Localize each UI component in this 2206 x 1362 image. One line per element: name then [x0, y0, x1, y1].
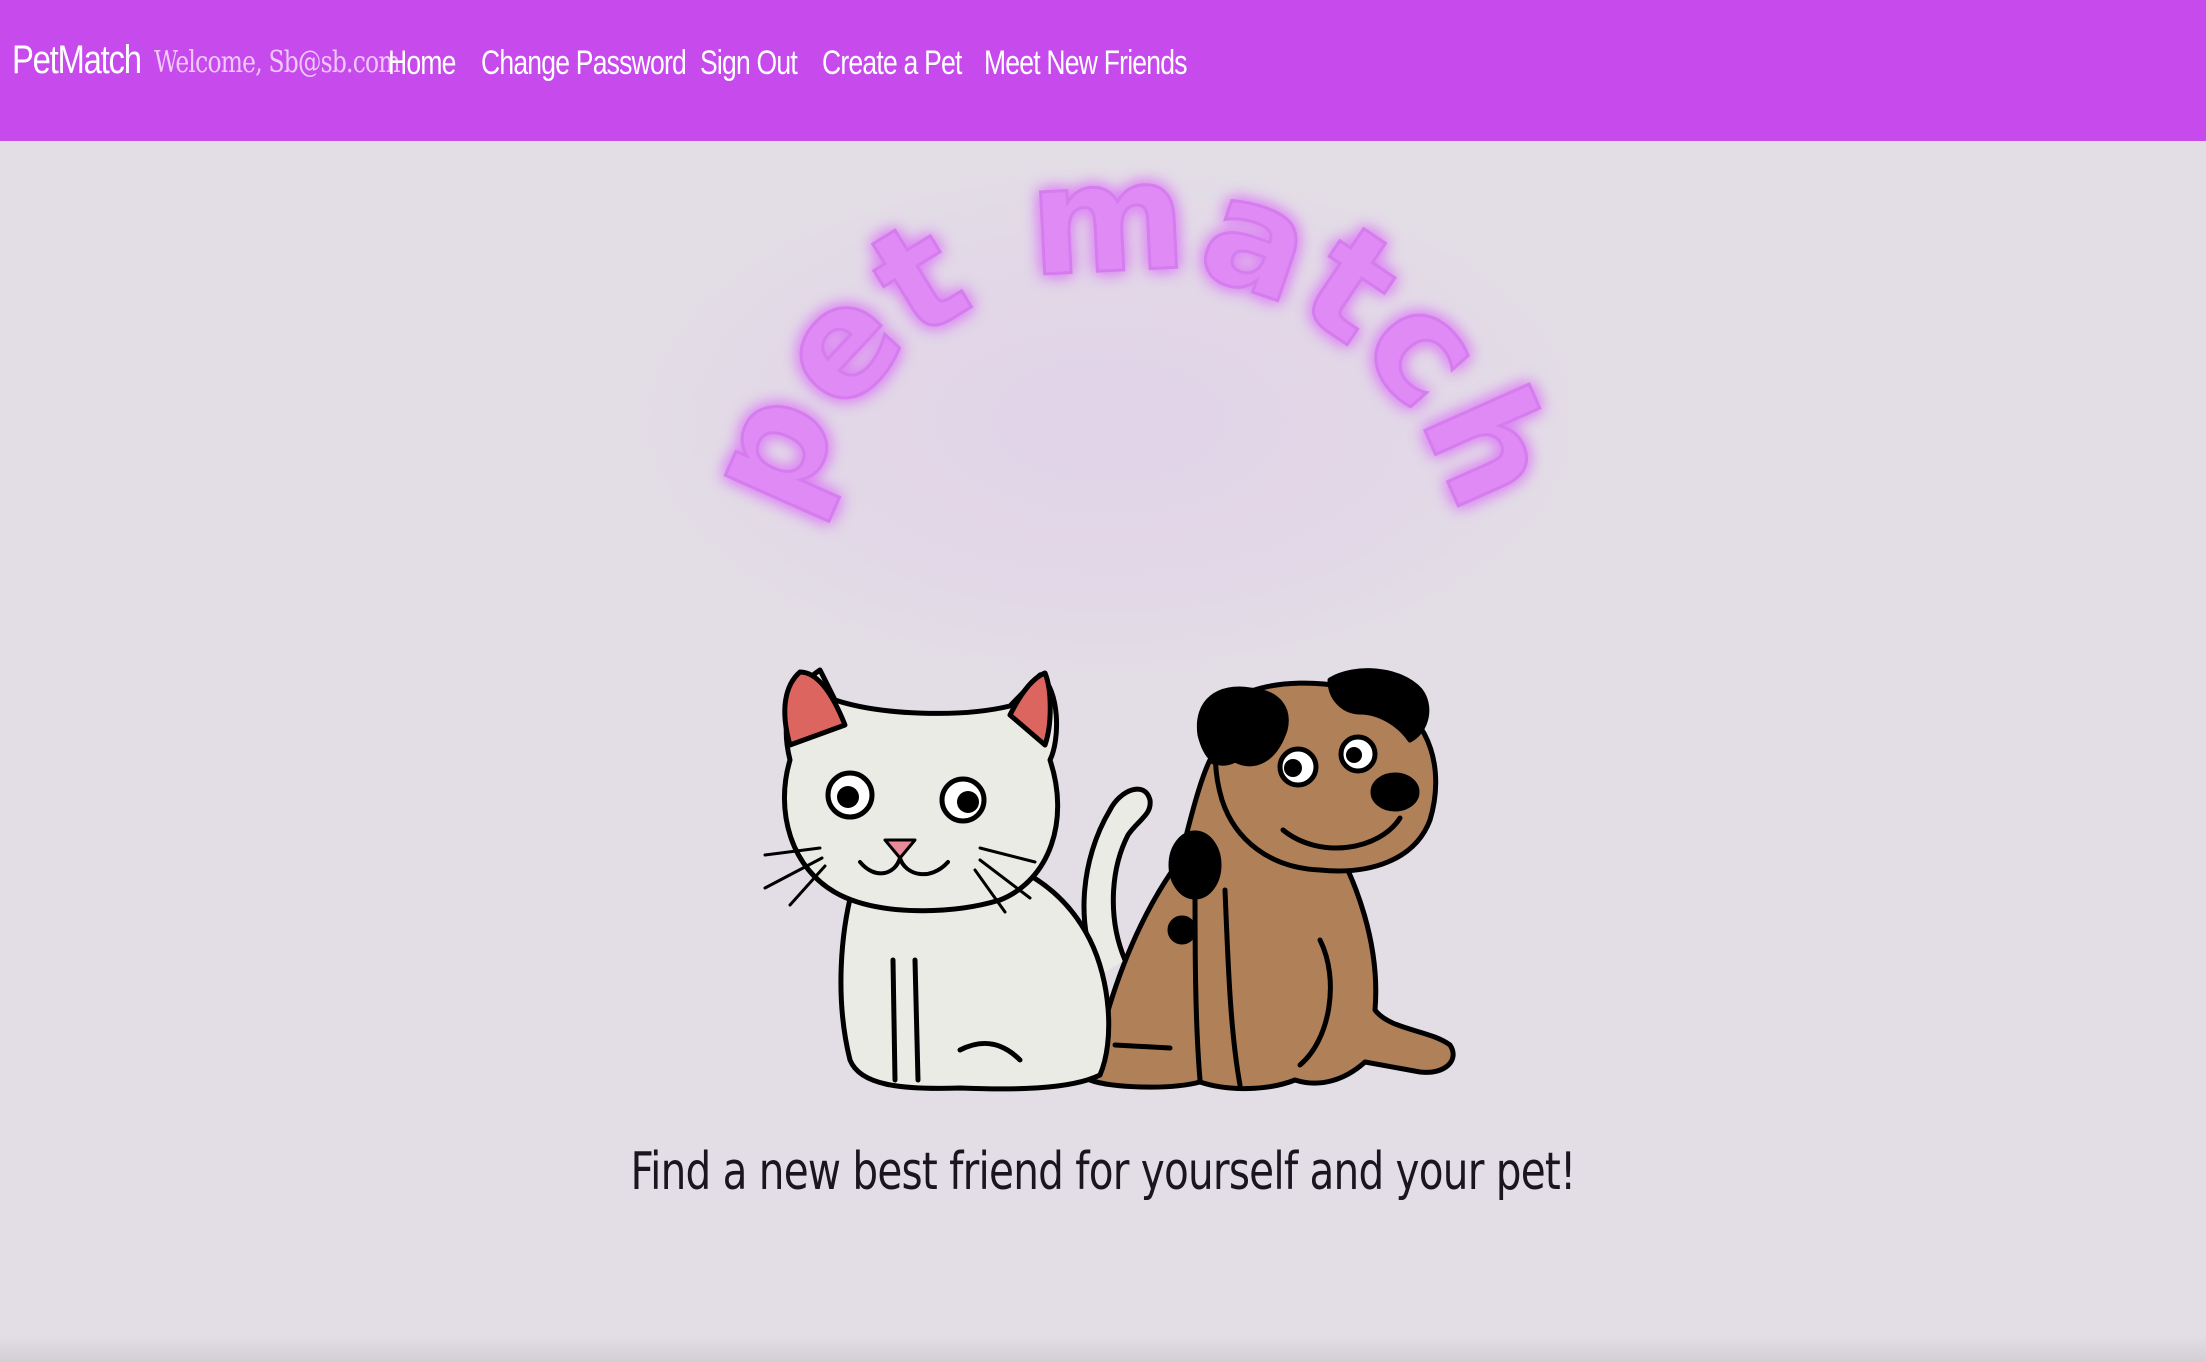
page-bottom-edge [0, 1336, 2206, 1362]
dog-ear-left [1196, 686, 1289, 767]
tagline: Find a new best friend for yourself and … [630, 1142, 1577, 1202]
cat-and-dog-illustration [763, 667, 1456, 1092]
logo-arched-text: pet match [669, 129, 1591, 535]
